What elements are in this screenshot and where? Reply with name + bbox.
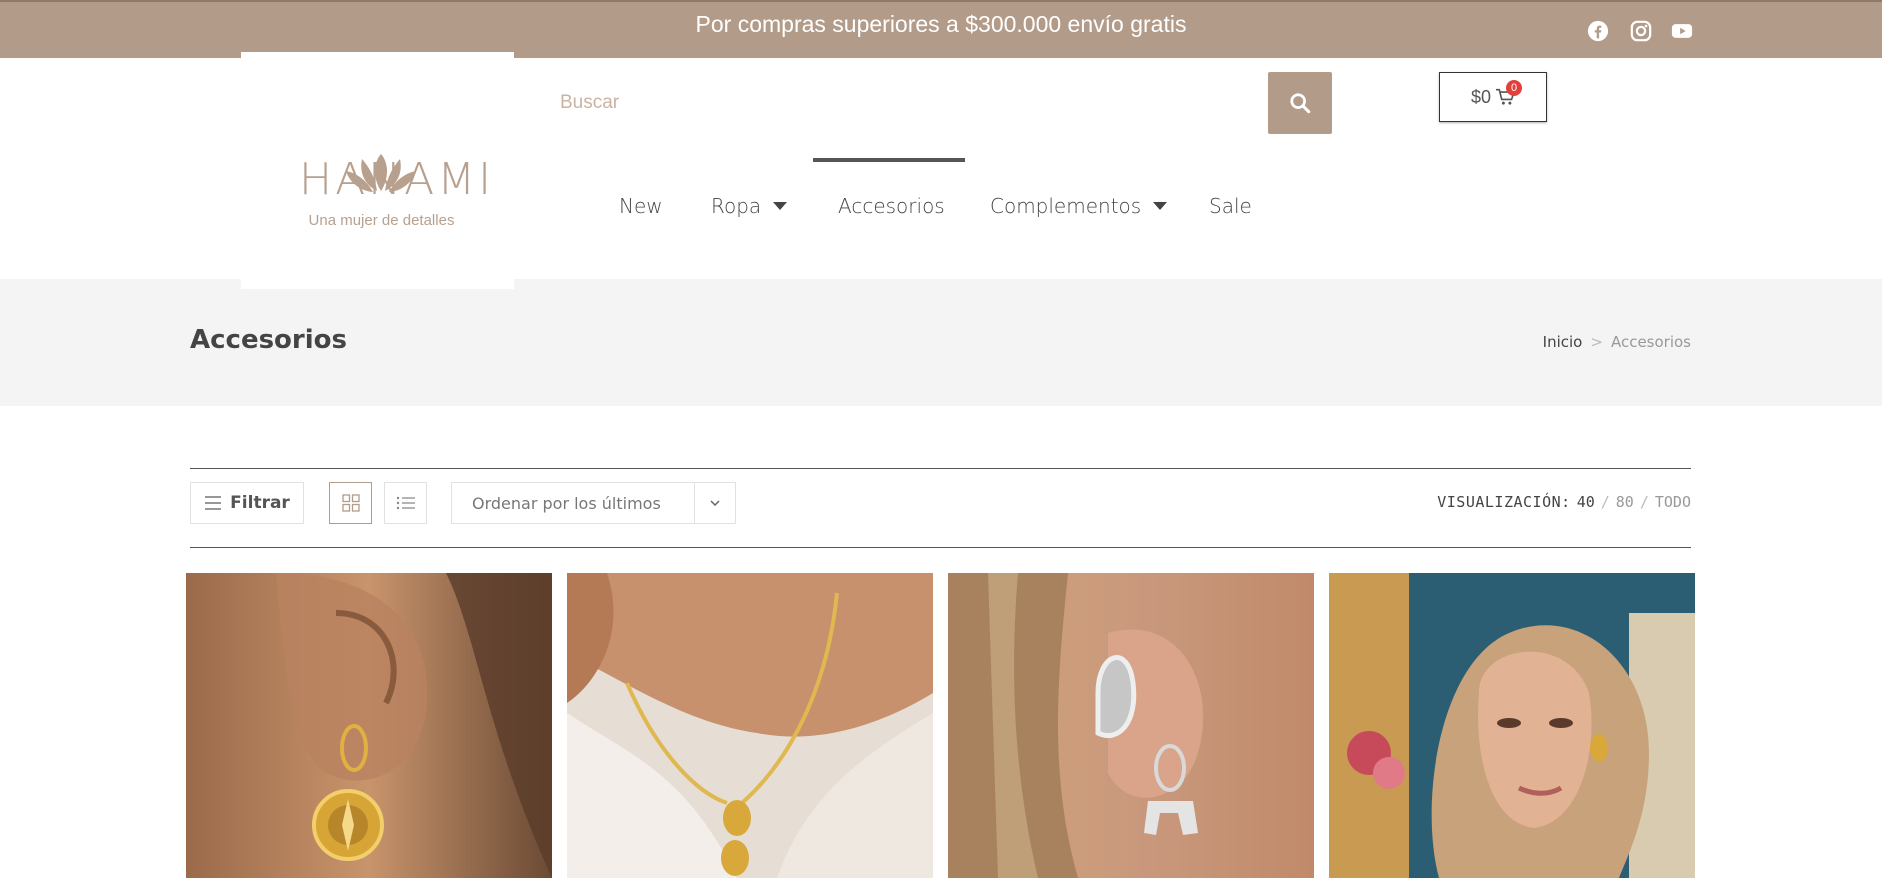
- nav-label: Accesorios: [838, 194, 945, 218]
- grid-view-button[interactable]: [329, 482, 372, 524]
- product-card-3[interactable]: [948, 573, 1314, 878]
- search-button[interactable]: [1268, 72, 1332, 134]
- toolbar-divider-top: [190, 468, 1691, 469]
- announcement-bar: Por compras superiores a $300.000 envío …: [0, 0, 1882, 58]
- product-image: [1329, 573, 1695, 878]
- brand-tagline: Una mujer de detalles: [308, 212, 455, 229]
- chevron-down-icon: [1153, 202, 1168, 210]
- product-image: [186, 573, 552, 878]
- cart-amount: $0: [1470, 86, 1492, 107]
- facebook-icon[interactable]: [1586, 19, 1610, 43]
- search-input[interactable]: [548, 72, 1268, 134]
- brand-name: HANAMI: [299, 154, 495, 205]
- nav-active-indicator: [813, 158, 965, 162]
- product-card-2[interactable]: [567, 573, 933, 878]
- sort-value: Ordenar por los últimos: [472, 493, 661, 513]
- logo-container-overlap: [241, 279, 514, 289]
- view-count-option-40[interactable]: 40: [1577, 493, 1595, 511]
- items-per-page: VISUALIZACIÓN: 40 / 80 / TODO: [1437, 493, 1691, 511]
- nav-label: Ropa: [711, 194, 762, 218]
- breadcrumb-current: Accesorios: [1610, 333, 1691, 351]
- nav-item-sale[interactable]: Sale: [1209, 194, 1252, 218]
- sort-select[interactable]: Ordenar por los últimos: [451, 482, 736, 524]
- search-icon: [1290, 93, 1311, 114]
- youtube-icon[interactable]: [1670, 19, 1694, 43]
- nav-label: Complementos: [990, 194, 1142, 218]
- nav-item-complementos[interactable]: Complementos: [990, 194, 1168, 218]
- breadcrumb-separator: >: [1590, 333, 1603, 351]
- instagram-icon[interactable]: [1629, 19, 1653, 43]
- cart-button[interactable]: $0 0: [1439, 72, 1547, 122]
- list-view-button[interactable]: [384, 482, 427, 524]
- product-image: [567, 573, 933, 878]
- view-count-separator: /: [1600, 493, 1610, 511]
- nav-item-new[interactable]: New: [619, 194, 663, 218]
- filter-button[interactable]: Filtrar: [190, 482, 304, 524]
- nav-label: Sale: [1209, 194, 1252, 218]
- view-count-option-80[interactable]: 80: [1616, 493, 1634, 511]
- chevron-down-icon: [773, 202, 788, 210]
- list-icon: [396, 496, 415, 510]
- nav-label: New: [619, 194, 663, 218]
- menu-icon: [204, 495, 222, 511]
- product-card-1[interactable]: [186, 573, 552, 878]
- cart-count-badge: 0: [1506, 80, 1522, 96]
- breadcrumb: Inicio > Accesorios: [1543, 333, 1691, 351]
- view-count-separator: /: [1639, 493, 1649, 511]
- toolbar-divider-bottom: [190, 547, 1691, 548]
- filter-label: Filtrar: [230, 493, 290, 513]
- page-title: Accesorios: [190, 325, 347, 355]
- breadcrumb-home-link[interactable]: Inicio: [1543, 333, 1583, 351]
- nav-item-accesorios[interactable]: Accesorios: [838, 194, 945, 218]
- product-image: [948, 573, 1314, 878]
- chevron-down-icon: [694, 483, 735, 523]
- view-count-option-all[interactable]: TODO: [1655, 493, 1691, 511]
- grid-icon: [341, 494, 360, 512]
- product-card-4[interactable]: [1329, 573, 1695, 878]
- nav-item-ropa[interactable]: Ropa: [711, 194, 788, 218]
- view-count-label: VISUALIZACIÓN:: [1437, 493, 1571, 511]
